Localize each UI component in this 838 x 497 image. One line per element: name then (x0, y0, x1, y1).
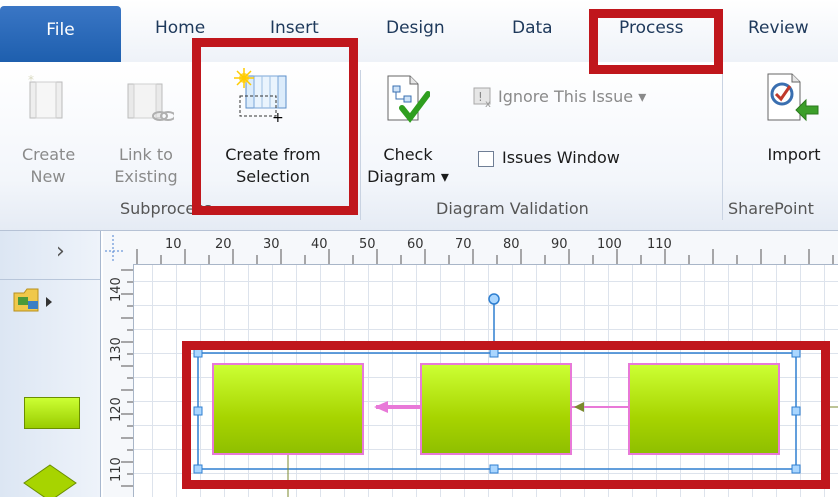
issues-window-label: Issues Window (502, 148, 620, 167)
tab-design[interactable]: Design (386, 18, 445, 38)
import-label: Import (767, 145, 821, 164)
stencil-folder-icon[interactable] (12, 285, 58, 319)
highlight-process-tab (589, 9, 723, 74)
tab-review[interactable]: Review (748, 18, 809, 38)
check-diagram-label-2: Diagram ▾ (367, 167, 449, 186)
ruler-tick: 100 (597, 237, 622, 252)
svg-text:*: * (28, 74, 34, 87)
rotation-handle (488, 293, 500, 305)
ruler-tick: 90 (551, 237, 568, 252)
link-to-existing-label-1: Link to (119, 145, 173, 164)
import-icon (767, 73, 819, 122)
ruler-tick: 20 (215, 237, 232, 252)
ruler-tick: 110 (109, 457, 124, 482)
group-separator (722, 70, 723, 220)
svg-text:x: x (485, 99, 491, 108)
link-subprocess-icon (127, 83, 174, 121)
shapes-panel-header: › (0, 231, 100, 280)
ignore-issue-label: Ignore This Issue ▾ (498, 87, 647, 106)
check-diagram-label-1: Check (383, 145, 433, 164)
tab-file[interactable]: File (0, 6, 121, 62)
tab-home[interactable]: Home (155, 18, 205, 38)
ruler-tick: 110 (647, 237, 672, 252)
ruler-tick: 120 (109, 397, 124, 422)
decision-shape-master[interactable] (22, 463, 78, 497)
vertical-ruler: 140 130 120 110 (103, 264, 134, 497)
ruler-tick: 10 (165, 237, 182, 252)
ribbon: * Create New Link to Existing + Create f… (0, 62, 838, 231)
issues-window-check[interactable] (478, 151, 494, 167)
ignore-issue-icon: ! x (473, 87, 491, 108)
expand-panel-button[interactable]: › (56, 239, 65, 264)
tab-insert[interactable]: Insert (270, 18, 319, 38)
check-diagram-icon (387, 75, 430, 123)
ruler-tick: 60 (407, 237, 424, 252)
ruler-tick: 50 (359, 237, 376, 252)
ruler-tick: 130 (109, 337, 124, 362)
highlight-create-from-selection (192, 38, 358, 215)
group-label-sharepoint: SharePoint (728, 199, 814, 218)
group-separator (360, 70, 361, 220)
ruler-tick: 30 (263, 237, 280, 252)
tab-data[interactable]: Data (512, 18, 553, 38)
ruler-tick: 140 (109, 277, 124, 302)
ruler-tick: 40 (311, 237, 328, 252)
create-subprocess-icon: * (28, 74, 63, 119)
create-new-label-1: Create (22, 145, 76, 164)
ruler-tick: 70 (455, 237, 472, 252)
svg-text:!: ! (478, 90, 483, 104)
ruler-tick: 80 (503, 237, 520, 252)
horizontal-ruler: 10 20 30 40 50 60 70 80 90 100 110 (103, 231, 838, 265)
group-label-diagram-validation: Diagram Validation (436, 199, 589, 218)
highlight-selected-shapes (182, 341, 830, 489)
link-to-existing-label-2: Existing (114, 167, 178, 186)
create-new-label-2: New (30, 167, 66, 186)
process-shape-master[interactable] (24, 397, 80, 429)
shapes-panel: › (0, 231, 101, 497)
